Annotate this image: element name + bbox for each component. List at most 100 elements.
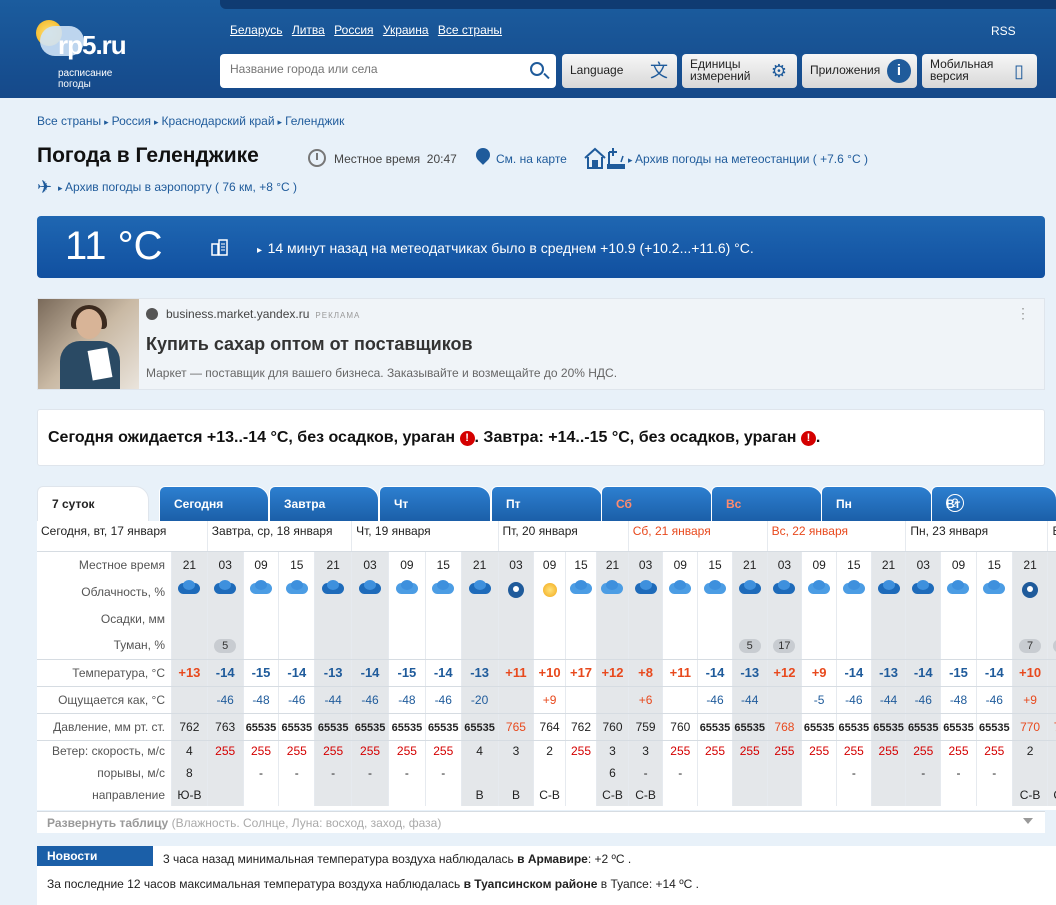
country-link-lithuania[interactable]: Литва bbox=[292, 23, 325, 37]
breadcrumb-krasnodar[interactable]: Краснодарский край bbox=[162, 114, 275, 128]
search-input[interactable] bbox=[230, 62, 520, 76]
cloud-cell bbox=[940, 578, 977, 605]
moon-icon[interactable] bbox=[1022, 582, 1039, 598]
cloud-icon[interactable] bbox=[357, 580, 383, 600]
apps-label: Приложения bbox=[810, 63, 881, 77]
cloud-icon[interactable] bbox=[284, 580, 310, 600]
map-link[interactable]: См. на карте bbox=[496, 152, 567, 166]
breadcrumb-all-countries[interactable]: Все страны bbox=[37, 114, 101, 128]
breadcrumb-russia[interactable]: Россия bbox=[112, 114, 151, 128]
breadcrumb-gelendzhik[interactable]: Геленджик bbox=[285, 114, 344, 128]
cloud-icon[interactable] bbox=[841, 580, 867, 600]
row-label-dir: направление bbox=[92, 788, 165, 802]
wind-speed-cell: 255 bbox=[731, 740, 768, 762]
ad-headline[interactable]: Купить сахар оптом от поставщиков bbox=[146, 334, 473, 355]
alert-icon[interactable]: ! bbox=[800, 431, 816, 446]
pressure-cell: 770 bbox=[1047, 713, 1056, 741]
tab-sat[interactable]: Сб bbox=[601, 486, 713, 522]
tab-tomorrow[interactable]: Завтра bbox=[269, 486, 379, 522]
day-header: Чт, 19 января bbox=[351, 521, 499, 552]
site-logo[interactable]: rp5.ru расписание погоды bbox=[30, 12, 160, 92]
language-button[interactable]: Language 文 bbox=[562, 54, 677, 88]
wind-speed-cell: 255 bbox=[905, 740, 941, 762]
feels-like-cell: -20 bbox=[460, 686, 499, 714]
cloud-icon[interactable] bbox=[945, 580, 971, 600]
cloud-icon[interactable] bbox=[981, 580, 1007, 600]
cloud-icon[interactable] bbox=[176, 580, 202, 600]
logo-subtitle: расписание погоды bbox=[58, 68, 113, 90]
cloud-icon[interactable] bbox=[599, 580, 625, 600]
advertisement[interactable]: business.market.yandex.ru РЕКЛАМА Купить … bbox=[37, 298, 1045, 390]
units-button[interactable]: Единицы измерений ⚙ bbox=[682, 54, 797, 88]
cloud-icon[interactable] bbox=[771, 580, 797, 600]
station-archive-link[interactable]: ▸ Архив погоды на метеостанции ( +7.6 °С… bbox=[628, 152, 868, 166]
precip-cell bbox=[766, 605, 802, 632]
cloud-icon[interactable] bbox=[876, 580, 902, 600]
country-link-belarus[interactable]: Беларусь bbox=[230, 23, 282, 37]
tab-tue[interactable]: Вт? bbox=[931, 486, 1056, 522]
expand-table-button[interactable]: Развернуть таблицу (Влажность. Солнце, Л… bbox=[37, 811, 1045, 833]
cloud-icon[interactable] bbox=[248, 580, 274, 600]
cloud-icon[interactable] bbox=[212, 580, 238, 600]
chevron-right-icon: ▸ bbox=[277, 117, 283, 127]
temperature-cell: +13 bbox=[171, 659, 208, 687]
cloud-cell bbox=[351, 578, 389, 605]
time-cell: 21 bbox=[314, 551, 352, 578]
fog-cell bbox=[564, 632, 597, 660]
info-icon: i bbox=[887, 59, 911, 83]
feels-like-cell: -44 bbox=[870, 686, 906, 714]
cloud-icon[interactable] bbox=[806, 580, 832, 600]
airport-archive-link[interactable]: ▸ Архив погоды в аэропорту ( 76 км, +8 °… bbox=[58, 180, 297, 194]
pressure-cell: 763 bbox=[206, 713, 244, 741]
cloud-icon[interactable] bbox=[568, 580, 594, 600]
wind-direction-cell: С-В bbox=[1011, 784, 1048, 806]
country-link-russia[interactable]: Россия bbox=[334, 23, 373, 37]
wind-speed-cell: 4 bbox=[171, 740, 208, 762]
precip-cell bbox=[835, 605, 872, 632]
tab-today[interactable]: Сегодня bbox=[159, 486, 269, 522]
more-options-icon[interactable]: ⋮ bbox=[1016, 305, 1030, 322]
tab-mon[interactable]: Пн bbox=[821, 486, 933, 522]
wind-speed-cell: 255 bbox=[801, 740, 837, 762]
cloud-cell bbox=[1047, 578, 1056, 605]
feels-like-cell: -48 bbox=[940, 686, 977, 714]
time-cell: 09 bbox=[242, 551, 279, 578]
help-icon[interactable]: ? bbox=[946, 494, 964, 512]
wind-direction-cell: С-В bbox=[627, 784, 663, 806]
tab-sun[interactable]: Вс bbox=[711, 486, 823, 522]
wind-direction-cell: В bbox=[460, 784, 499, 806]
chevron-right-icon: ▸ bbox=[154, 117, 159, 127]
cloud-icon[interactable] bbox=[667, 580, 693, 600]
forecast-today: Сегодня ожидается +13..-14 °С, без осадк… bbox=[48, 429, 456, 446]
cloud-icon[interactable] bbox=[394, 580, 420, 600]
pressure-cell: 764 bbox=[533, 713, 566, 741]
country-link-all[interactable]: Все страны bbox=[438, 23, 502, 37]
mobile-version-button[interactable]: Мобильная версия ▯ bbox=[922, 54, 1037, 88]
moon-icon[interactable] bbox=[507, 582, 524, 598]
tab-fri[interactable]: Пт bbox=[491, 486, 603, 522]
wind-speed-cell: 255 bbox=[314, 740, 352, 762]
pressure-cell: 760 bbox=[596, 713, 629, 741]
tab-thu[interactable]: Чт bbox=[379, 486, 491, 522]
cloud-cell bbox=[835, 578, 872, 605]
apps-button[interactable]: Приложения i bbox=[802, 54, 917, 88]
tab-7-days[interactable]: 7 суток bbox=[37, 486, 149, 522]
cloud-icon[interactable] bbox=[430, 580, 456, 600]
cloud-icon[interactable] bbox=[737, 580, 763, 600]
cloud-icon[interactable] bbox=[633, 580, 659, 600]
sun-icon[interactable] bbox=[542, 583, 557, 597]
cloud-cell bbox=[314, 578, 352, 605]
cloud-icon[interactable] bbox=[320, 580, 346, 600]
country-link-ukraine[interactable]: Украина bbox=[383, 23, 429, 37]
rss-link[interactable]: RSS bbox=[991, 24, 1016, 38]
cloud-icon[interactable] bbox=[910, 580, 936, 600]
fog-cell bbox=[801, 632, 837, 660]
pressure-cell: 765 bbox=[497, 713, 534, 741]
cloud-icon[interactable] bbox=[702, 580, 728, 600]
alert-icon[interactable]: ! bbox=[459, 431, 475, 446]
fog-cell bbox=[424, 632, 462, 660]
search-icon[interactable] bbox=[530, 62, 544, 76]
time-cell: 21 bbox=[596, 551, 629, 578]
cloud-icon[interactable] bbox=[467, 580, 493, 600]
fog-cell: 7 bbox=[1011, 632, 1048, 660]
